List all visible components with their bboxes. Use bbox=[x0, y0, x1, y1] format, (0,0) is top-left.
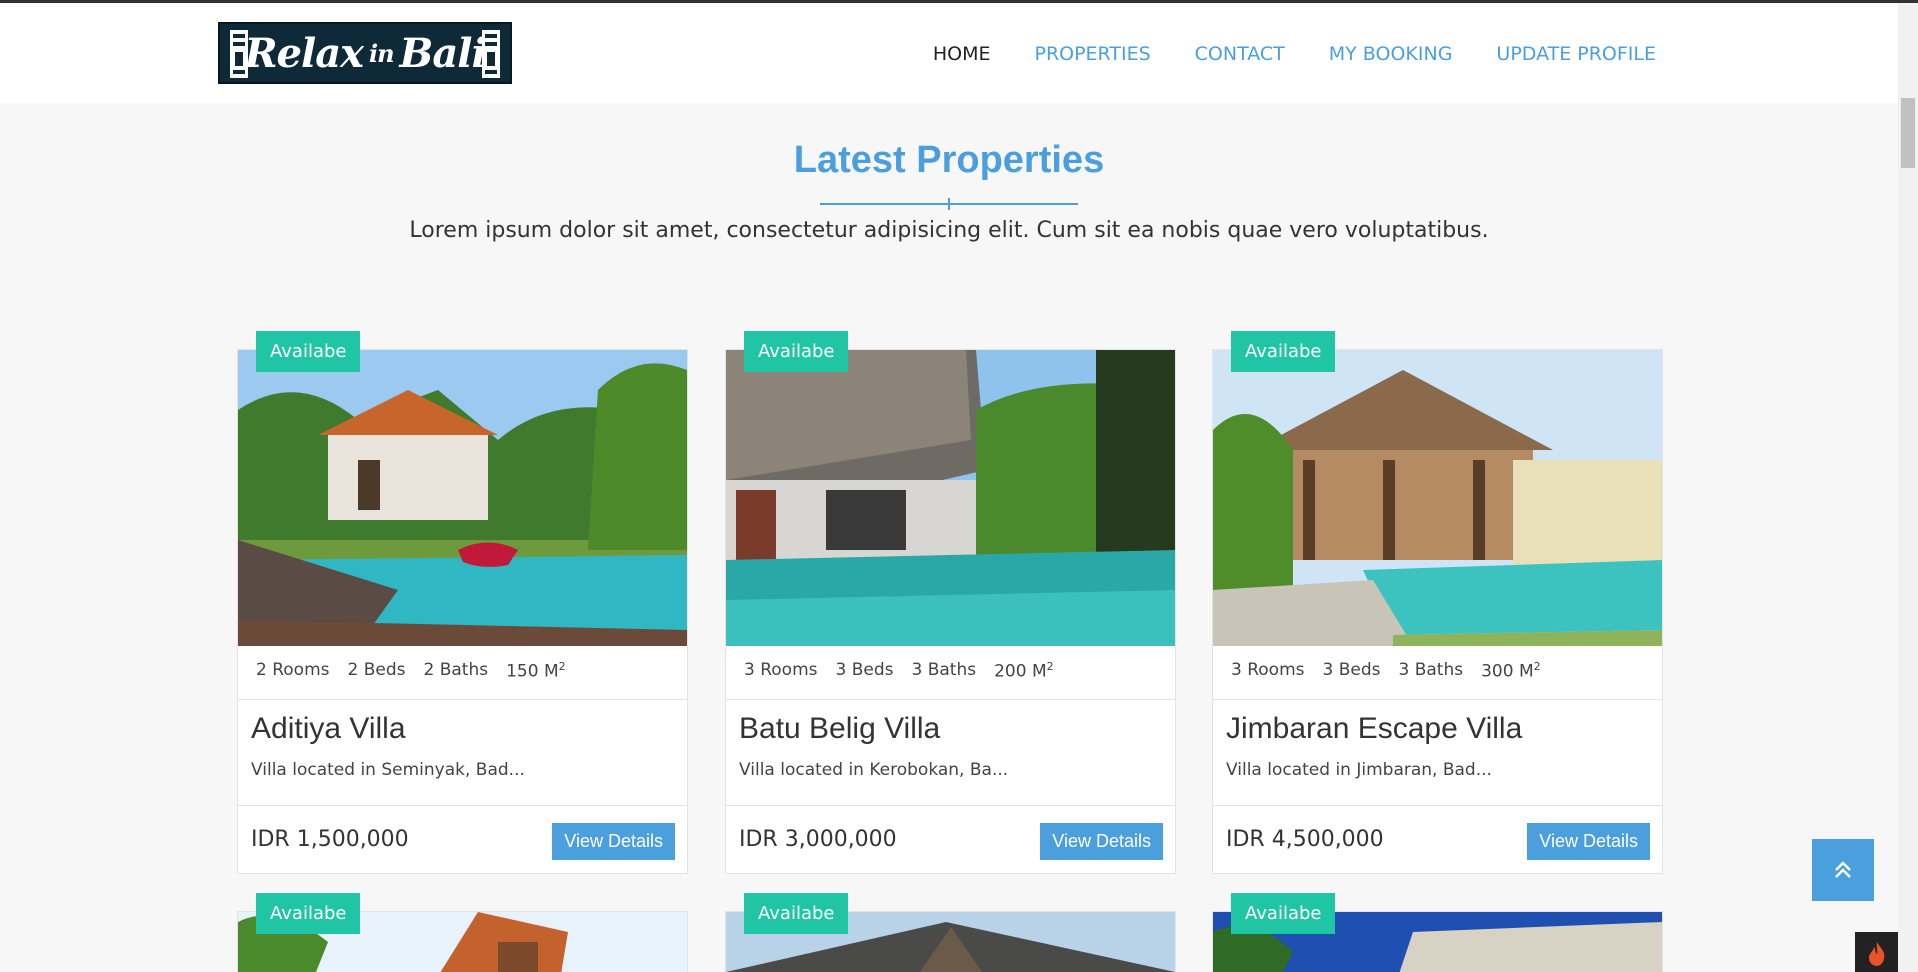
baths-count: 2 Baths bbox=[423, 660, 489, 680]
property-features: 2 Rooms 2 Beds 2 Baths 150 M2 bbox=[256, 660, 566, 682]
beds-count: 3 Beds bbox=[835, 660, 894, 680]
nav-update-profile[interactable]: UPDATE PROFILE bbox=[1496, 43, 1656, 65]
site-logo[interactable]: Relax in Bali bbox=[218, 22, 512, 84]
property-card: Availabe 3 Rooms 3 Beds 3 Baths 300 M2 J… bbox=[1212, 331, 1663, 874]
property-price: IDR 4,500,000 bbox=[1226, 827, 1384, 852]
availability-badge: Availabe bbox=[256, 893, 361, 934]
availability-badge: Availabe bbox=[744, 331, 849, 372]
property-name[interactable]: Jimbaran Escape Villa bbox=[1226, 712, 1522, 746]
property-description: Villa located in Kerobokan, Ba... bbox=[739, 760, 1009, 780]
logo-text-end: Bali bbox=[399, 29, 487, 77]
property-name[interactable]: Batu Belig Villa bbox=[739, 712, 940, 746]
view-details-button[interactable]: View Details bbox=[1527, 823, 1650, 860]
rooms-count: 2 Rooms bbox=[256, 660, 330, 680]
area-size: 150 M2 bbox=[506, 660, 566, 682]
property-image[interactable] bbox=[1213, 350, 1662, 646]
logo-text-main: Relax bbox=[244, 29, 364, 77]
nav-properties[interactable]: PROPERTIES bbox=[1034, 43, 1150, 65]
view-details-button[interactable]: View Details bbox=[552, 823, 675, 860]
page-scrollbar[interactable] bbox=[1898, 3, 1918, 972]
baths-count: 3 Baths bbox=[911, 660, 977, 680]
flame-icon bbox=[1868, 941, 1884, 966]
scrollbar-thumb[interactable] bbox=[1901, 98, 1915, 168]
temple-icon bbox=[482, 30, 500, 78]
property-name[interactable]: Aditiya Villa bbox=[251, 712, 406, 746]
availability-badge: Availabe bbox=[256, 331, 361, 372]
title-divider bbox=[820, 198, 1078, 210]
logo-text-small: in bbox=[368, 38, 395, 68]
property-card: Availabe 2 Rooms 2 Beds 2 Baths 150 M2 A… bbox=[237, 331, 688, 874]
nav-my-booking[interactable]: MY BOOKING bbox=[1329, 43, 1453, 65]
nav-contact[interactable]: CONTACT bbox=[1195, 43, 1285, 65]
temple-icon bbox=[230, 30, 248, 78]
property-card: Availabe bbox=[237, 893, 688, 972]
double-chevron-up-icon bbox=[1835, 861, 1851, 878]
property-card: Availabe 3 Rooms 3 Beds 3 Baths 200 M2 B… bbox=[725, 331, 1176, 874]
property-description: Villa located in Seminyak, Bad... bbox=[251, 760, 525, 780]
availability-badge: Availabe bbox=[1231, 331, 1336, 372]
section-subtitle: Lorem ipsum dolor sit amet, consectetur … bbox=[409, 218, 1489, 243]
rooms-count: 3 Rooms bbox=[1231, 660, 1305, 680]
site-header: Relax in Bali HOME PROPERTIES CONTACT MY… bbox=[0, 3, 1898, 103]
rooms-count: 3 Rooms bbox=[744, 660, 818, 680]
main-nav: HOME PROPERTIES CONTACT MY BOOKING UPDAT… bbox=[933, 43, 1656, 65]
property-card: Availabe bbox=[725, 893, 1176, 972]
property-price: IDR 1,500,000 bbox=[251, 827, 409, 852]
property-features: 3 Rooms 3 Beds 3 Baths 200 M2 bbox=[744, 660, 1054, 682]
availability-badge: Availabe bbox=[744, 893, 849, 934]
property-card: Availabe bbox=[1212, 893, 1663, 972]
baths-count: 3 Baths bbox=[1398, 660, 1464, 680]
view-details-button[interactable]: View Details bbox=[1040, 823, 1163, 860]
area-size: 300 M2 bbox=[1481, 660, 1541, 682]
nav-home[interactable]: HOME bbox=[933, 43, 991, 65]
section-title: Latest Properties bbox=[793, 139, 1105, 181]
area-size: 200 M2 bbox=[994, 660, 1054, 682]
property-image[interactable] bbox=[238, 350, 687, 646]
fire-widget[interactable] bbox=[1855, 932, 1898, 972]
back-to-top-button[interactable] bbox=[1812, 839, 1874, 901]
beds-count: 2 Beds bbox=[347, 660, 406, 680]
beds-count: 3 Beds bbox=[1322, 660, 1381, 680]
availability-badge: Availabe bbox=[1231, 893, 1336, 934]
property-image[interactable] bbox=[726, 350, 1175, 646]
property-description: Villa located in Jimbaran, Bad... bbox=[1226, 760, 1492, 780]
property-features: 3 Rooms 3 Beds 3 Baths 300 M2 bbox=[1231, 660, 1541, 682]
property-price: IDR 3,000,000 bbox=[739, 827, 897, 852]
